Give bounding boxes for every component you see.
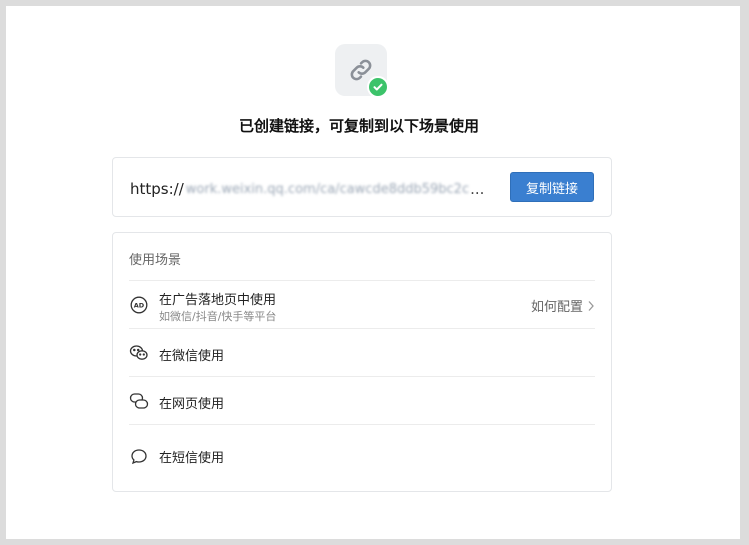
page-title: 已创建链接，可复制到以下场景使用 <box>238 117 479 135</box>
chevron-right-icon <box>588 300 594 311</box>
link-box: https:// work.weixin.qq.com/ca/cawcde8dd… <box>112 157 612 217</box>
dialog-panel: 已创建链接，可复制到以下场景使用 https:// work.weixin.qq… <box>6 6 740 539</box>
scenario-label: 在广告落地页中使用 <box>159 293 277 308</box>
scenario-item-wechat[interactable]: 在微信使用 <box>129 328 595 376</box>
scenario-label: 在短信使用 <box>159 451 225 466</box>
svg-text:AD: AD <box>134 302 145 310</box>
scenario-label: 在网页使用 <box>159 397 225 412</box>
link-icon <box>335 44 389 98</box>
scenarios-card: 使用场景 AD 在广告落地页中使用 如微信/抖音/快手等平台 如何配置 在微信使… <box>112 232 612 492</box>
link-url-prefix: https:// <box>130 180 184 198</box>
scenario-item-sms[interactable]: 在短信使用 <box>129 424 595 490</box>
ad-icon: AD <box>129 295 149 315</box>
webpage-icon <box>129 391 149 411</box>
how-to-config-label: 如何配置 <box>530 300 583 315</box>
scenario-item-webpage[interactable]: 在网页使用 <box>129 376 595 424</box>
sms-icon <box>129 447 149 467</box>
copy-link-button[interactable]: 复制链接 <box>510 172 594 202</box>
wechat-icon <box>129 343 149 363</box>
link-url: https:// work.weixin.qq.com/ca/cawcde8dd… <box>130 178 508 200</box>
link-url-ellipsis: ... <box>470 180 485 198</box>
check-icon <box>367 76 389 98</box>
scenario-label: 在微信使用 <box>159 349 225 364</box>
scenarios-header: 使用场景 <box>129 253 182 268</box>
scenario-sub: 如微信/抖音/快手等平台 <box>159 310 277 323</box>
scenario-item-ad[interactable]: AD 在广告落地页中使用 如微信/抖音/快手等平台 如何配置 <box>129 280 595 328</box>
how-to-config-link[interactable]: 如何配置 <box>531 296 595 315</box>
link-url-blurred: work.weixin.qq.com/ca/cawcde8ddb59bc2c <box>185 181 470 197</box>
